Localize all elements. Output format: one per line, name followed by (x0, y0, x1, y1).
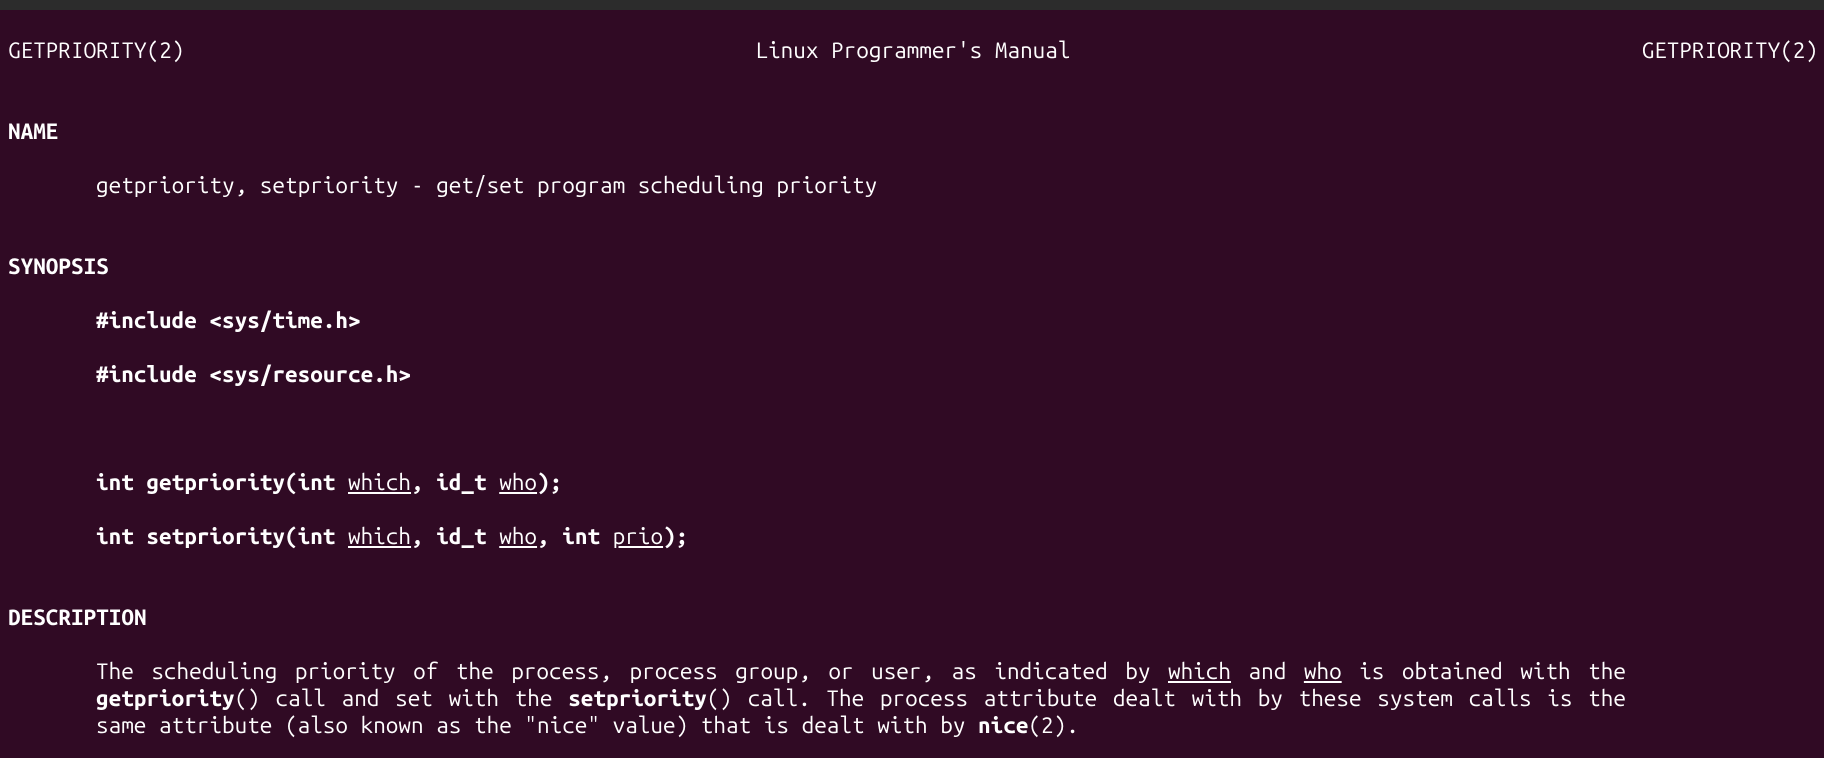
text: (2). (1028, 713, 1078, 738)
section-heading-name: NAME (8, 118, 1818, 145)
sep: , id_t (411, 470, 499, 495)
text: () call and set with the (235, 686, 569, 711)
section-heading-description: DESCRIPTION (8, 604, 1818, 631)
name-line: getpriority, setpriority - get/set progr… (8, 172, 1626, 199)
text: and (1231, 659, 1304, 684)
synopsis-include-2: #include <sys/resource.h> (8, 361, 1626, 388)
ref-who: who (1304, 659, 1342, 684)
ref-setpriority: setpriority (568, 686, 707, 711)
section-heading-synopsis: SYNOPSIS (8, 253, 1818, 280)
synopsis-include-1: #include <sys/time.h> (8, 307, 1626, 334)
man-page-viewer[interactable]: GETPRIORITY(2)Linux Programmer's ManualG… (0, 10, 1824, 758)
sep: , id_t (411, 524, 499, 549)
return-type: int (96, 470, 146, 495)
man-header: GETPRIORITY(2)Linux Programmer's ManualG… (8, 37, 1818, 64)
arg-which: which (348, 524, 411, 549)
text: is obtained with the (1342, 659, 1626, 684)
header-center: Linux Programmer's Manual (184, 37, 1641, 64)
synopsis-blank (8, 415, 1626, 442)
ref-which: which (1168, 659, 1231, 684)
arg-who: who (499, 470, 537, 495)
synopsis-fn-getpriority: int getpriority(int which, id_t who); (8, 469, 1626, 496)
text: The scheduling priority of the process, … (96, 659, 1168, 684)
arg-which: which (348, 470, 411, 495)
close-paren: ); (663, 524, 688, 549)
return-type: int (96, 524, 146, 549)
ref-nice: nice (978, 713, 1028, 738)
header-right: GETPRIORITY(2) (1642, 37, 1818, 64)
description-para-1: The scheduling priority of the process, … (8, 658, 1626, 739)
window-titlebar (0, 0, 1824, 10)
fn-name: getpriority(int (146, 470, 348, 495)
arg-prio: prio (613, 524, 663, 549)
arg-who: who (499, 524, 537, 549)
ref-getpriority: getpriority (96, 686, 235, 711)
close-paren: ); (537, 470, 562, 495)
header-left: GETPRIORITY(2) (8, 37, 184, 64)
sep: , int (537, 524, 613, 549)
synopsis-fn-setpriority: int setpriority(int which, id_t who, int… (8, 523, 1626, 550)
fn-name: setpriority(int (146, 524, 348, 549)
